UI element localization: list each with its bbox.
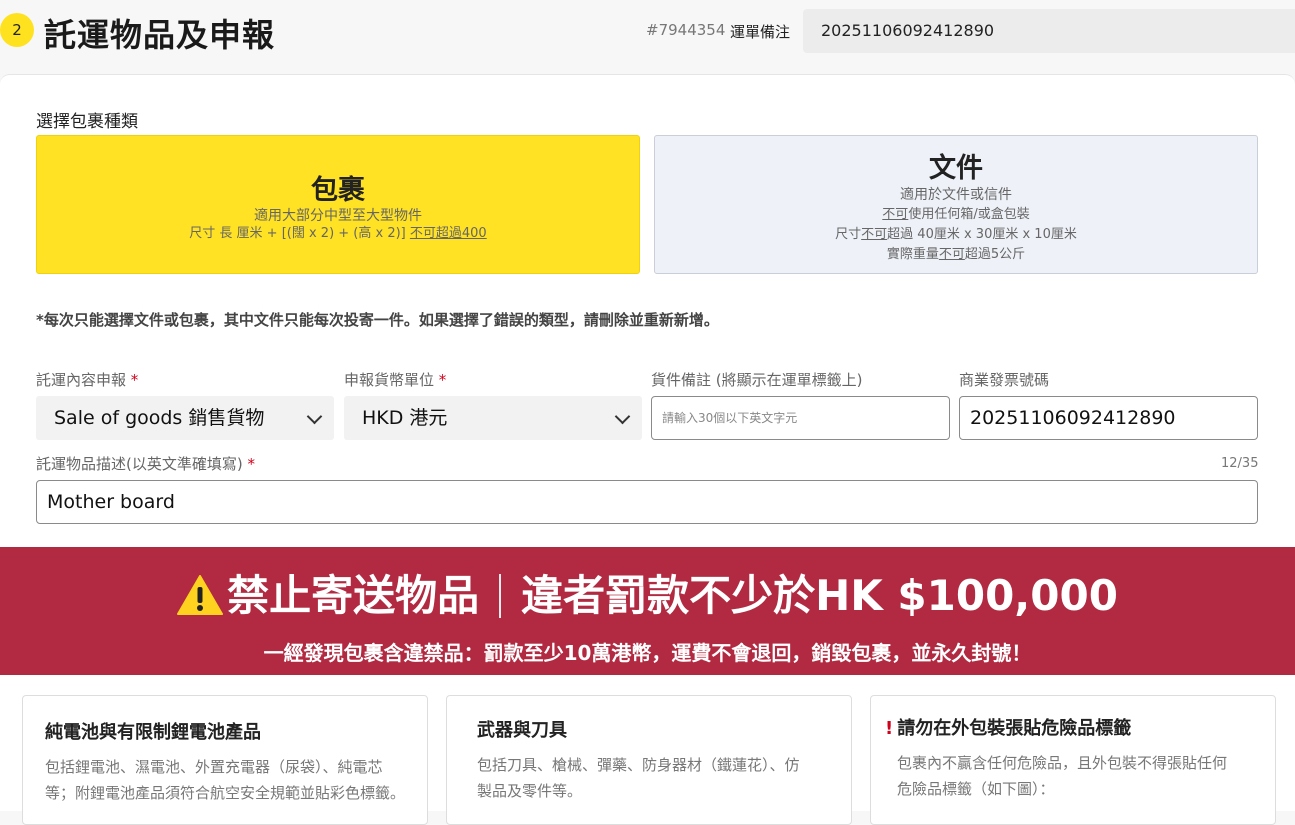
document-type-option[interactable]: 文件 適用於文件或信件 不可使用任何箱/或盒包裝 尺寸不可超過 40厘米 x 3… [654,135,1258,274]
order-note-label: 運單備注 [730,23,791,41]
section-header: 2 託運物品及申報 #7944354 運單備注 2025110609241289… [0,0,1295,70]
exclamation-icon: ! [885,718,894,739]
document-packaging-rule: 不可使用任何箱/或盒包裝 [882,207,1030,222]
parcel-size-rule: 尺寸 長 厘米 + [(闊 x 2) + (高 x 2)] 不可超過400 [189,226,487,241]
info-card-weapons: 武器與刀具 包括刀具、槍械、彈藥、防身器材（鐵蓮花）、仿 製品及零件等。 [446,695,852,825]
order-id: #7944354 [646,21,726,39]
parcel-desc: 適用大部分中型至大型物件 [254,208,422,224]
shipment-note-label: 貨件備註 (將顯示在運單標籤上) [651,371,863,389]
banner-headline-left: 禁止寄送物品 [227,571,480,620]
banner-headline: 禁止寄送物品 違者罰款不少於HK $100,000 [0,567,1295,631]
item-description-input[interactable] [36,480,1258,524]
document-desc: 適用於文件或信件 [900,187,1012,203]
info-card-text: 包括刀具、槍械、彈藥、防身器材（鐵蓮花）、仿 製品及零件等。 [477,756,800,800]
document-title: 文件 [929,153,983,184]
banner-subline: 一經發現包裹含違禁品：罰款至少10萬港幣，運費不會退回，銷毀包裹，並永久封號！ [263,641,1032,665]
content-declaration-value: Sale of goods 銷售貨物 [54,407,265,429]
shipment-note-input[interactable] [651,396,950,440]
chevron-down-icon [614,408,631,425]
step-number-badge: 2 [0,13,34,47]
invoice-number-input[interactable] [959,396,1258,440]
info-card-title: 純電池與有限制鋰電池產品 [45,722,261,743]
item-description-char-count: 12/35 [1221,456,1259,471]
currency-select[interactable]: HKD 港元 [344,396,642,440]
parcel-type-option[interactable]: 包裹 適用大部分中型至大型物件 尺寸 長 厘米 + [(闊 x 2) + (高 … [36,135,640,274]
currency-label: 申報貨幣單位 * [344,371,447,389]
info-card-batteries: 純電池與有限制鋰電池產品 包括鋰電池、濕電池、外置充電器（尿袋）、純電芯 等；附鋰… [22,695,428,825]
package-type-label: 選擇包裹種類 [36,112,138,132]
chevron-down-icon [306,408,323,425]
currency-value: HKD 港元 [362,407,448,429]
banner-divider [499,574,502,618]
info-card-hazard-labels: ! 請勿在外包裝張貼危險品標籤 包裹內不贏含任何危險品，且外包裝不得張貼任何 危險品… [870,695,1276,825]
content-declaration-select[interactable]: Sale of goods 銷售貨物 [36,396,334,440]
warning-icon [177,573,224,631]
banner-headline-right: 違者罰款不少於HK $100,000 [521,571,1118,620]
document-size-rule: 尺寸不可超過 40厘米 x 30厘米 x 10厘米 [835,227,1077,242]
info-card-text: 包裹內不贏含任何危險品，且外包裝不得張貼任何 危險品標籤（如下圖）： [897,754,1228,798]
info-card-title: 武器與刀具 [477,720,567,741]
document-weight-rule: 實際重量不可超過5公斤 [886,247,1026,262]
parcel-title: 包裹 [311,175,365,206]
info-card-text: 包括鋰電池、濕電池、外置充電器（尿袋）、純電芯 等；附鋰電池產品須符合航空安全規範… [45,758,406,802]
invoice-number-label: 商業發票號碼 [959,371,1050,389]
content-declaration-label: 託運內容申報 * [36,371,139,389]
item-description-label: 託運物品描述(以英文準確填寫) * [36,455,255,473]
info-card-title: ! 請勿在外包裝張貼危險品標籤 [885,718,1132,739]
package-type-notice: *每次只能選擇文件或包裹，其中文件只能每次投寄一件。如果選擇了錯誤的類型，請刪除… [36,311,719,329]
page-title: 託運物品及申報 [44,16,276,54]
order-note-field[interactable]: 20251106092412890 [803,9,1295,53]
prohibited-items-banner: 禁止寄送物品 違者罰款不少於HK $100,000 一經發現包裹含違禁品：罰款至少… [0,547,1295,675]
